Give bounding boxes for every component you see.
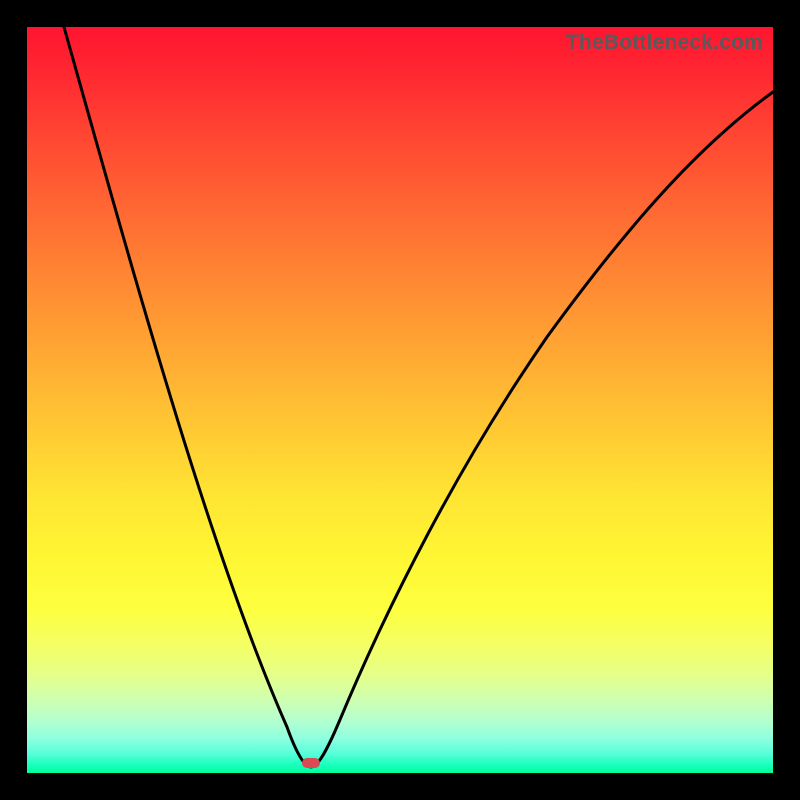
optimal-point-marker xyxy=(302,758,320,768)
plot-area: TheBottleneck.com xyxy=(27,27,773,773)
curve-path xyxy=(64,27,773,767)
bottleneck-curve xyxy=(27,27,773,773)
chart-frame: TheBottleneck.com xyxy=(0,0,800,800)
